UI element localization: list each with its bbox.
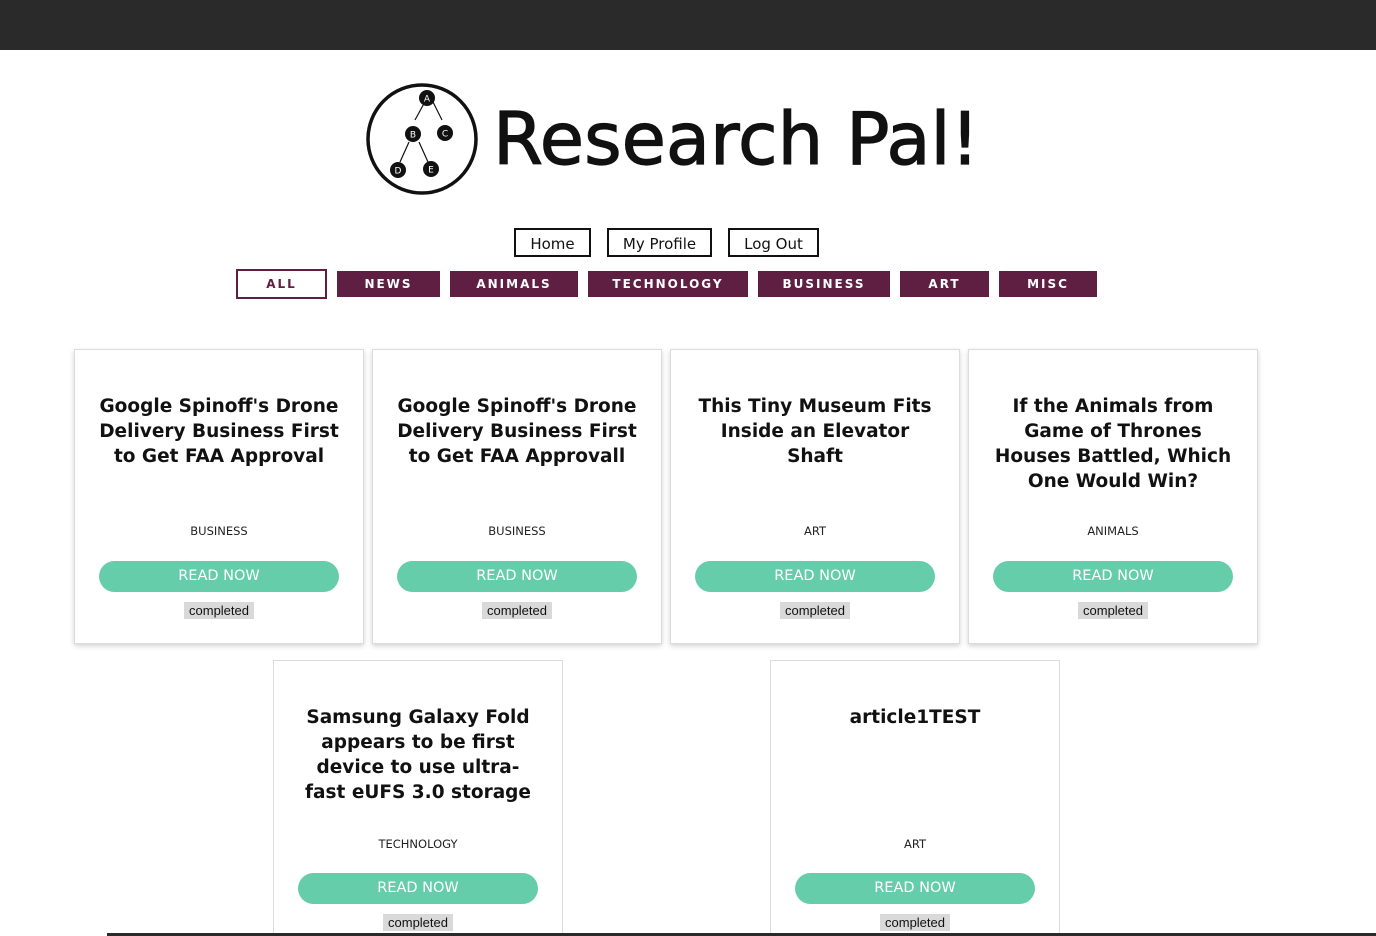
svg-text:A: A (424, 95, 431, 105)
read-now-button[interactable]: READ NOW (795, 873, 1035, 904)
status-badge: completed (1078, 602, 1148, 619)
category-filter-bar: ALL NEWS ANIMALS TECHNOLOGY BUSINESS ART… (0, 269, 1376, 299)
article-category: BUSINESS (488, 524, 546, 538)
read-now-button[interactable]: READ NOW (397, 561, 637, 592)
category-misc-button[interactable]: MISC (999, 271, 1097, 297)
svg-text:B: B (410, 131, 416, 141)
category-all-button[interactable]: ALL (236, 269, 327, 299)
my-profile-button[interactable]: My Profile (607, 228, 712, 257)
category-animals-button[interactable]: ANIMALS (450, 271, 578, 297)
article-category: ART (903, 837, 927, 851)
browser-top-bar (0, 0, 1376, 50)
status-badge: completed (780, 602, 850, 619)
article-category: BUSINESS (190, 524, 248, 538)
svg-text:C: C (442, 130, 448, 140)
category-technology-button[interactable]: TECHNOLOGY (588, 271, 748, 297)
article-card: Google Spinoff's Drone Delivery Business… (372, 349, 662, 644)
main-nav: Home My Profile Log Out (0, 228, 1376, 260)
category-news-button[interactable]: NEWS (337, 271, 440, 297)
article-title: Google Spinoff's Drone Delivery Business… (397, 396, 637, 467)
logo-node-a: A (419, 90, 435, 106)
category-art-button[interactable]: ART (900, 271, 989, 297)
article-title: If the Animals from Game of Thrones Hous… (994, 396, 1232, 492)
read-now-button[interactable]: READ NOW (99, 561, 339, 592)
article-card: Google Spinoff's Drone Delivery Business… (74, 349, 364, 644)
status-badge: completed (880, 914, 950, 931)
article-title: This Tiny Museum Fits Inside an Elevator… (698, 396, 932, 467)
article-card: This Tiny Museum Fits Inside an Elevator… (670, 349, 960, 644)
logo-node-c: C (437, 125, 453, 141)
status-badge: completed (482, 602, 552, 619)
category-business-button[interactable]: BUSINESS (758, 271, 890, 297)
article-title: Google Spinoff's Drone Delivery Business… (99, 396, 339, 467)
tree-logo-icon: A B C D E (366, 83, 478, 195)
logo-node-d: D (390, 162, 406, 178)
article-category: ANIMALS (1087, 524, 1139, 538)
article-card: Samsung Galaxy Fold appears to be first … (273, 660, 563, 936)
article-category: ART (803, 524, 827, 538)
home-button[interactable]: Home (514, 228, 591, 257)
article-card: If the Animals from Game of Thrones Hous… (968, 349, 1258, 644)
status-badge: completed (383, 914, 453, 931)
read-now-button[interactable]: READ NOW (695, 561, 935, 592)
read-now-button[interactable]: READ NOW (993, 561, 1233, 592)
log-out-button[interactable]: Log Out (728, 228, 819, 257)
status-badge: completed (184, 602, 254, 619)
logo-node-e: E (423, 161, 439, 177)
site-title: Research Pal! (492, 96, 980, 181)
svg-text:D: D (395, 167, 402, 177)
article-title: article1TEST (849, 707, 981, 728)
article-card: article1TEST ART READ NOW completed (770, 660, 1060, 936)
article-title: Samsung Galaxy Fold appears to be first … (305, 707, 531, 803)
logo-node-b: B (405, 126, 421, 142)
article-category: TECHNOLOGY (378, 837, 458, 851)
site-logo[interactable]: A B C D E Research Pal! (365, 82, 985, 196)
svg-text:E: E (428, 166, 434, 176)
read-now-button[interactable]: READ NOW (298, 873, 538, 904)
